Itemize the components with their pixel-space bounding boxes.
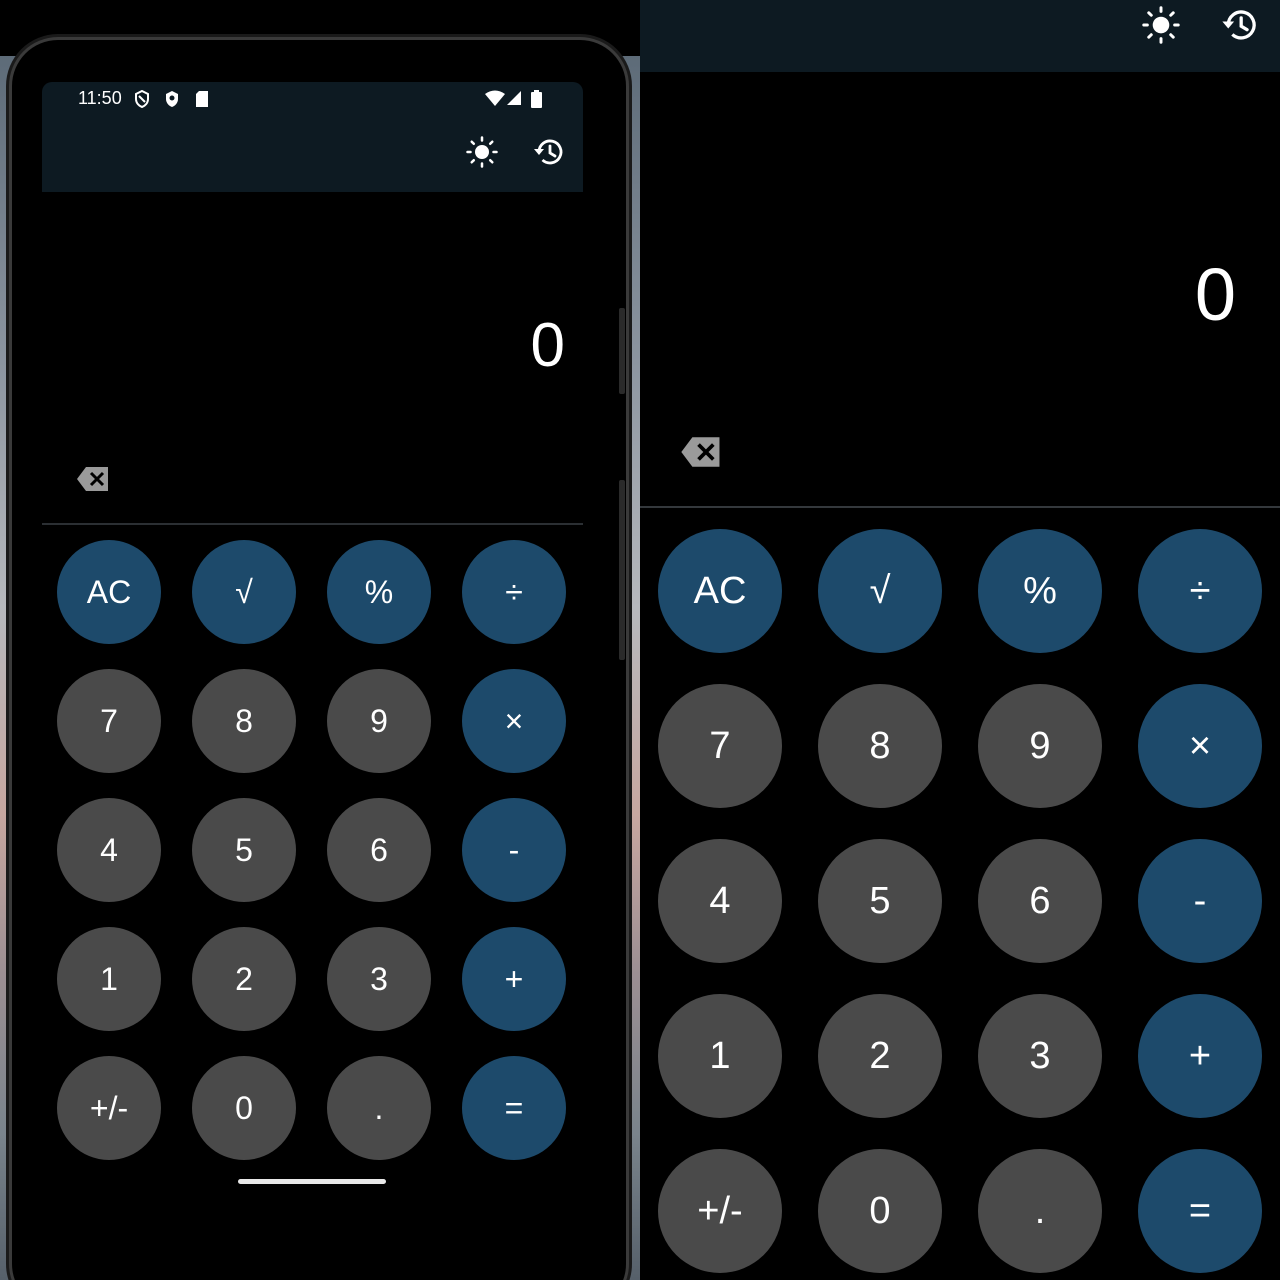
display-divider [640, 506, 1280, 508]
digit-2-button[interactable]: 2 [818, 994, 942, 1118]
digit-8-button[interactable]: 8 [818, 684, 942, 808]
battery-icon [531, 90, 542, 108]
home-indicator[interactable] [238, 1179, 386, 1184]
left-panel: 11:50 0 AC √ % ÷ 7 8 9 × 4 5 6 - 1 2 3 +… [0, 0, 640, 1280]
equals-button[interactable]: = [462, 1056, 566, 1160]
digit-7-button[interactable]: 7 [57, 669, 161, 773]
digit-4-button[interactable]: 4 [57, 798, 161, 902]
digit-5-button[interactable]: 5 [192, 798, 296, 902]
plus-minus-button[interactable]: +/- [57, 1056, 161, 1160]
digit-7-button[interactable]: 7 [658, 684, 782, 808]
digit-9-button[interactable]: 9 [978, 684, 1102, 808]
signal-icon [507, 91, 521, 105]
plus-button[interactable]: + [1138, 994, 1262, 1118]
digit-4-button[interactable]: 4 [658, 839, 782, 963]
sun-icon[interactable] [1142, 6, 1180, 44]
digit-3-button[interactable]: 3 [978, 994, 1102, 1118]
power-button [619, 480, 625, 660]
history-icon[interactable] [532, 136, 566, 168]
digit-0-button[interactable]: 0 [192, 1056, 296, 1160]
digit-5-button[interactable]: 5 [818, 839, 942, 963]
digit-8-button[interactable]: 8 [192, 669, 296, 773]
equals-button[interactable]: = [1138, 1149, 1262, 1273]
status-and-toolbar-area: 11:50 [42, 82, 583, 192]
ac-button[interactable]: AC [57, 540, 161, 644]
backspace-icon[interactable] [680, 436, 722, 468]
sqrt-button[interactable]: √ [192, 540, 296, 644]
display-value: 0 [530, 311, 565, 380]
display-divider [42, 523, 583, 525]
digit-3-button[interactable]: 3 [327, 927, 431, 1031]
digit-2-button[interactable]: 2 [192, 927, 296, 1031]
percent-button[interactable]: % [327, 540, 431, 644]
toolbar [640, 0, 1280, 72]
multiply-button[interactable]: × [1138, 684, 1262, 808]
minus-button[interactable]: - [1138, 839, 1262, 963]
sd-card-icon [196, 91, 208, 107]
minus-button[interactable]: - [462, 798, 566, 902]
display-value: 0 [1194, 253, 1236, 336]
decimal-button[interactable]: . [978, 1149, 1102, 1273]
divide-button[interactable]: ÷ [462, 540, 566, 644]
digit-6-button[interactable]: 6 [327, 798, 431, 902]
vpn-shield-icon [135, 90, 149, 108]
shield-icon [166, 91, 178, 107]
plus-button[interactable]: + [462, 927, 566, 1031]
digit-9-button[interactable]: 9 [327, 669, 431, 773]
digit-6-button[interactable]: 6 [978, 839, 1102, 963]
phone-screen: 11:50 0 AC √ % ÷ 7 8 9 × 4 5 6 - 1 2 3 +… [42, 82, 583, 1192]
sqrt-button[interactable]: √ [818, 529, 942, 653]
decimal-button[interactable]: . [327, 1056, 431, 1160]
volume-button [619, 308, 625, 394]
history-icon[interactable] [1220, 6, 1260, 44]
plus-minus-button[interactable]: +/- [658, 1149, 782, 1273]
divide-button[interactable]: ÷ [1138, 529, 1262, 653]
percent-button[interactable]: % [978, 529, 1102, 653]
digit-1-button[interactable]: 1 [658, 994, 782, 1118]
right-panel: 0 AC √ % ÷ 7 8 9 × 4 5 6 - 1 2 3 + +/- 0… [640, 0, 1280, 1280]
ac-button[interactable]: AC [658, 529, 782, 653]
multiply-button[interactable]: × [462, 669, 566, 773]
wifi-icon [485, 90, 505, 106]
digit-1-button[interactable]: 1 [57, 927, 161, 1031]
sun-icon[interactable] [466, 136, 498, 168]
status-time: 11:50 [78, 88, 122, 108]
backspace-icon[interactable] [76, 466, 110, 492]
digit-0-button[interactable]: 0 [818, 1149, 942, 1273]
